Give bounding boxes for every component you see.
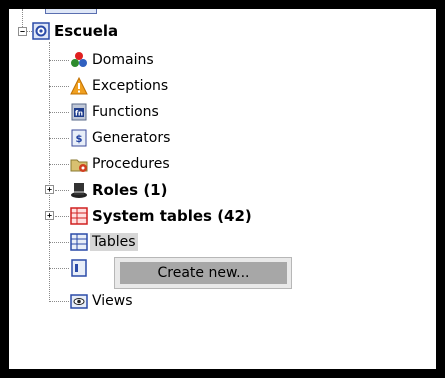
database-icon [32,22,50,40]
svg-text:$: $ [76,134,83,145]
tree-item-exceptions[interactable]: Exceptions [92,77,168,95]
procedures-icon [70,155,88,173]
domains-icon [70,51,88,69]
tree-line [49,138,69,139]
tables-icon [70,233,88,251]
triggers-icon [70,259,88,277]
menu-item-create-new[interactable]: Create new... [120,262,287,284]
tree-line [22,9,23,27]
expand-toggle[interactable]: + [45,211,54,220]
tree-panel: − Escuela Domains Exceptions fn Function… [9,9,436,369]
tree-line [49,42,50,302]
tree-line [49,112,69,113]
tree-item-procedures[interactable]: Procedures [92,155,170,173]
tree-line [55,190,69,191]
previous-node-fragment [45,9,97,14]
database-label-escuela[interactable]: Escuela [54,22,118,40]
tree-line [55,216,69,217]
warning-icon [70,77,88,95]
tree-line [49,242,69,243]
system-tables-icon [70,207,88,225]
views-icon [70,292,88,310]
tree-line [49,60,69,61]
expand-toggle[interactable]: + [45,185,54,194]
collapse-toggle[interactable]: − [18,27,27,36]
tree-line [49,268,69,269]
function-icon: fn [70,103,88,121]
svg-text:fn: fn [75,110,83,118]
tree-line [49,86,69,87]
tree-item-roles[interactable]: Roles (1) [92,181,167,199]
generator-icon: $ [70,129,88,147]
tree-item-views[interactable]: Views [92,292,133,310]
tree-item-generators[interactable]: Generators [92,129,170,147]
tree-item-system-tables[interactable]: System tables (42) [92,207,252,225]
tree-item-functions[interactable]: Functions [92,103,159,121]
tree-item-domains[interactable]: Domains [92,51,154,69]
roles-icon [70,181,88,199]
tree-line [49,301,69,302]
context-menu: Create new... [114,257,292,289]
tree-line [49,164,69,165]
tree-item-tables[interactable]: Tables [90,233,138,251]
